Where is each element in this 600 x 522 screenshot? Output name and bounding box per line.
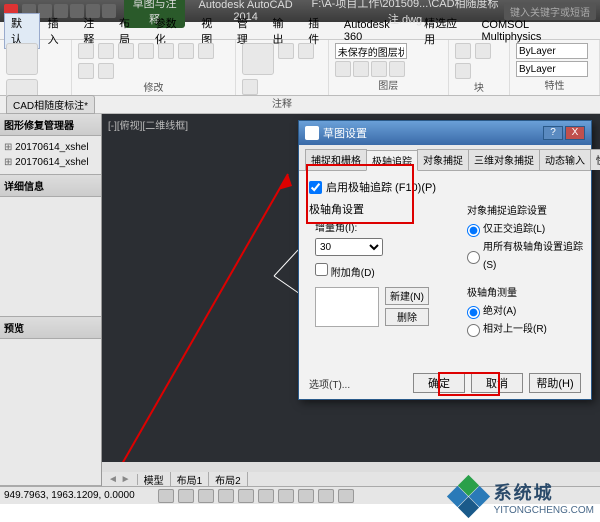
ribbon-panel-draw: 绘图 — [0, 40, 72, 95]
layer-off-icon[interactable] — [353, 61, 369, 77]
additional-angle-checkbox[interactable]: 附加角(D) — [315, 268, 375, 279]
grid-toggle[interactable] — [178, 489, 194, 503]
qp-toggle[interactable] — [338, 489, 354, 503]
layer-freeze-icon[interactable] — [371, 61, 387, 77]
ribbon-panel-modify: 修改 — [72, 40, 237, 95]
osnap-toggle[interactable] — [238, 489, 254, 503]
dtab-osnap[interactable]: 对象捕捉 — [417, 149, 469, 170]
relative-radio[interactable]: 相对上一段(R) — [467, 321, 585, 339]
palette-title-recovery: 图形修复管理器 — [0, 114, 101, 136]
options-link[interactable]: 选项(T)... — [309, 376, 350, 391]
dialog-icon — [305, 126, 319, 140]
scale-icon[interactable] — [198, 43, 214, 59]
absolute-radio[interactable]: 绝对(A) — [467, 303, 585, 321]
fillet-icon[interactable] — [98, 63, 114, 79]
lineweight-combo[interactable] — [516, 61, 588, 77]
ribbon-panel-annotate: 注释 — [236, 40, 328, 95]
dtab-dyninput[interactable]: 动态输入 — [539, 149, 591, 170]
insert-block-icon[interactable] — [455, 43, 471, 59]
status-bar: 949.7963, 1963.1209, 0.0000 — [0, 486, 600, 504]
snap-toggle[interactable] — [158, 489, 174, 503]
text-button[interactable] — [242, 43, 274, 75]
ribbon-panel-layer: 图层 — [329, 40, 449, 95]
enable-polar-label: 启用极轴追踪 (F10)(P) — [326, 179, 436, 195]
rotate-icon[interactable] — [138, 43, 154, 59]
dialog-help-icon[interactable]: ? — [543, 126, 563, 140]
layer-state-combo[interactable] — [335, 43, 407, 59]
tree-node[interactable]: 20170614_xshel — [4, 140, 97, 155]
ribbon-panel-props: 特性 — [510, 40, 600, 95]
ortho-only-radio[interactable]: 仅正交追踪(L) — [467, 221, 585, 239]
cancel-button[interactable]: 取消 — [471, 373, 523, 393]
dtab-polar[interactable]: 极轴追踪 — [366, 150, 418, 171]
palette-title-preview: 预览 — [0, 317, 101, 339]
lwt-toggle[interactable] — [318, 489, 334, 503]
leader-icon[interactable] — [298, 43, 314, 59]
help-button[interactable]: 帮助(H) — [529, 373, 581, 393]
dialog-title: 草图设置 — [323, 125, 367, 141]
dtab-quickprops[interactable]: 快捷特性 — [590, 149, 600, 170]
horizontal-scrollbar[interactable] — [102, 462, 600, 472]
tree-node[interactable]: 20170614_xshel — [4, 155, 97, 170]
array-icon[interactable] — [78, 63, 94, 79]
palette-title-details: 详细信息 — [0, 175, 101, 197]
ortho-toggle[interactable] — [198, 489, 214, 503]
additional-angles-list[interactable] — [315, 287, 379, 327]
ducs-toggle[interactable] — [278, 489, 294, 503]
osnap-track-title: 对象捕捉追踪设置 — [467, 203, 585, 221]
tab-layout1[interactable]: 布局1 — [171, 472, 210, 487]
drawing-tab[interactable]: CAD相随度标注* — [6, 95, 95, 114]
ribbon-tabs: 默认 插入 注释 布局 参数化 视图 管理 输出 插件 Autodesk 360… — [0, 22, 600, 40]
new-angle-button[interactable]: 新建(N) — [385, 287, 429, 305]
model-layout-tabs: ◄ ► 模型 布局1 布局2 — [102, 472, 600, 486]
layer-prop-icon[interactable] — [335, 61, 351, 77]
ribbon: 绘图 修改 注释 图层 块 特性 — [0, 40, 600, 96]
delete-angle-button[interactable]: 删除 — [385, 308, 429, 326]
mirror-icon[interactable] — [158, 43, 174, 59]
left-palettes: 图形修复管理器 20170614_xshel 20170614_xshel 详细… — [0, 114, 102, 486]
tab-model[interactable]: 模型 — [138, 472, 171, 487]
right-column: 对象捕捉追踪设置 仅正交追踪(L) 用所有极轴角设置追踪(S) 极轴角测量 绝对… — [467, 203, 585, 339]
create-block-icon[interactable] — [475, 43, 491, 59]
trim-icon[interactable] — [178, 43, 194, 59]
layer-lock-icon[interactable] — [389, 61, 405, 77]
move-icon[interactable] — [78, 43, 94, 59]
dialog-body: 启用极轴追踪 (F10)(P) 极轴角设置 增量角(I): 30 附加角(D) … — [299, 171, 591, 371]
bottom-strip — [0, 504, 600, 522]
details-body — [0, 197, 101, 317]
dtab-3dosnap[interactable]: 三维对象捕捉 — [468, 149, 540, 170]
stretch-icon[interactable] — [118, 43, 134, 59]
dtab-snap-grid[interactable]: 捕捉和栅格 — [305, 149, 367, 170]
recovery-tree[interactable]: 20170614_xshel 20170614_xshel — [0, 136, 101, 175]
edit-block-icon[interactable] — [455, 63, 471, 79]
polar-toggle[interactable] — [218, 489, 234, 503]
drafting-settings-dialog: 草图设置 ? X 捕捉和栅格 极轴追踪 对象捕捉 三维对象捕捉 动态输入 快捷特… — [298, 120, 592, 400]
measure-title: 极轴角测量 — [467, 285, 585, 303]
dialog-footer: 选项(T)... 确定 取消 帮助(H) — [299, 373, 591, 393]
copy-icon[interactable] — [98, 43, 114, 59]
dialog-close-icon[interactable]: X — [565, 126, 585, 140]
color-combo[interactable] — [516, 43, 588, 59]
dim-icon[interactable] — [278, 43, 294, 59]
table-icon[interactable] — [242, 79, 258, 95]
ribbon-panel-block: 块 — [449, 40, 510, 95]
all-polar-radio[interactable]: 用所有极轴角设置追踪(S) — [467, 239, 585, 275]
line-button[interactable] — [6, 43, 38, 75]
ok-button[interactable]: 确定 — [413, 373, 465, 393]
enable-polar-checkbox[interactable]: 启用极轴追踪 (F10)(P) — [309, 179, 581, 195]
preview-body — [0, 339, 101, 486]
dyn-toggle[interactable] — [298, 489, 314, 503]
tab-layout2[interactable]: 布局2 — [209, 472, 248, 487]
dialog-titlebar[interactable]: 草图设置 ? X — [299, 121, 591, 145]
enable-polar-input[interactable] — [309, 181, 322, 194]
coordinates[interactable]: 949.7963, 1963.1209, 0.0000 — [4, 490, 154, 501]
otrack-toggle[interactable] — [258, 489, 274, 503]
increment-angle-select[interactable]: 30 — [315, 238, 383, 256]
dialog-tabs: 捕捉和栅格 极轴追踪 对象捕捉 三维对象捕捉 动态输入 快捷特性 选择循环 — [299, 145, 591, 171]
